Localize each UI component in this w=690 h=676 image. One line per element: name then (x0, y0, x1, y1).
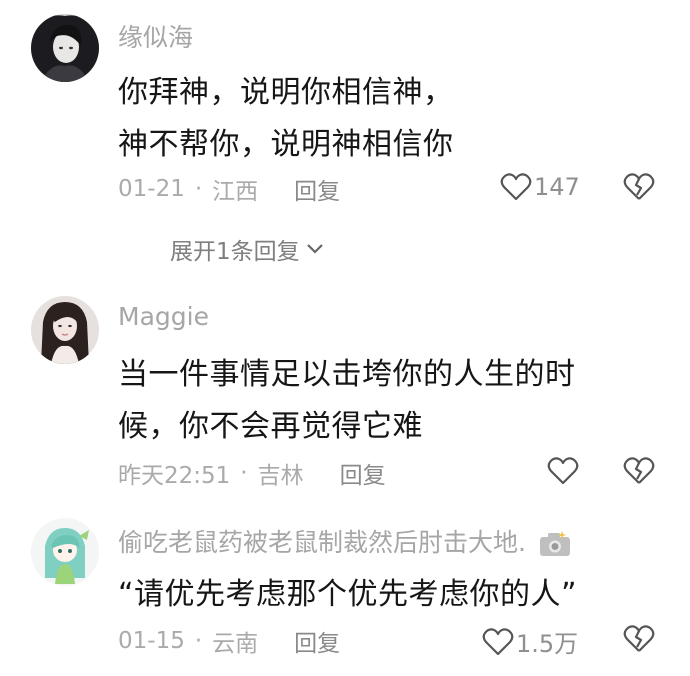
heart-icon (482, 627, 514, 655)
comment-item: 偷吃老鼠药被老鼠制裁然后肘击大地. “请优先考虑那个优先考虑你的人” 01-15… (0, 0, 690, 676)
reply-button[interactable]: 回复 (294, 624, 340, 658)
dislike-button[interactable] (623, 624, 655, 658)
broken-heart-icon (623, 625, 655, 652)
comment-location: 云南 (212, 631, 259, 657)
like-button[interactable]: 1.5万 (482, 624, 578, 659)
username-text: 偷吃老鼠药被老鼠制裁然后肘击大地. (118, 528, 526, 557)
comment-text-line: “请优先考虑那个优先考虑你的人” (118, 577, 578, 612)
camera-icon (539, 531, 570, 556)
like-count: 1.5万 (516, 630, 579, 658)
avatar-green-hair-anime-icon (31, 518, 99, 586)
separator-dot: · (194, 628, 203, 654)
comment-meta: 01-15 · 云南 回复 (118, 624, 340, 658)
comment-date: 01-15 (118, 628, 185, 654)
avatar[interactable] (31, 518, 99, 586)
username[interactable]: 偷吃老鼠药被老鼠制裁然后肘击大地. (118, 523, 572, 559)
